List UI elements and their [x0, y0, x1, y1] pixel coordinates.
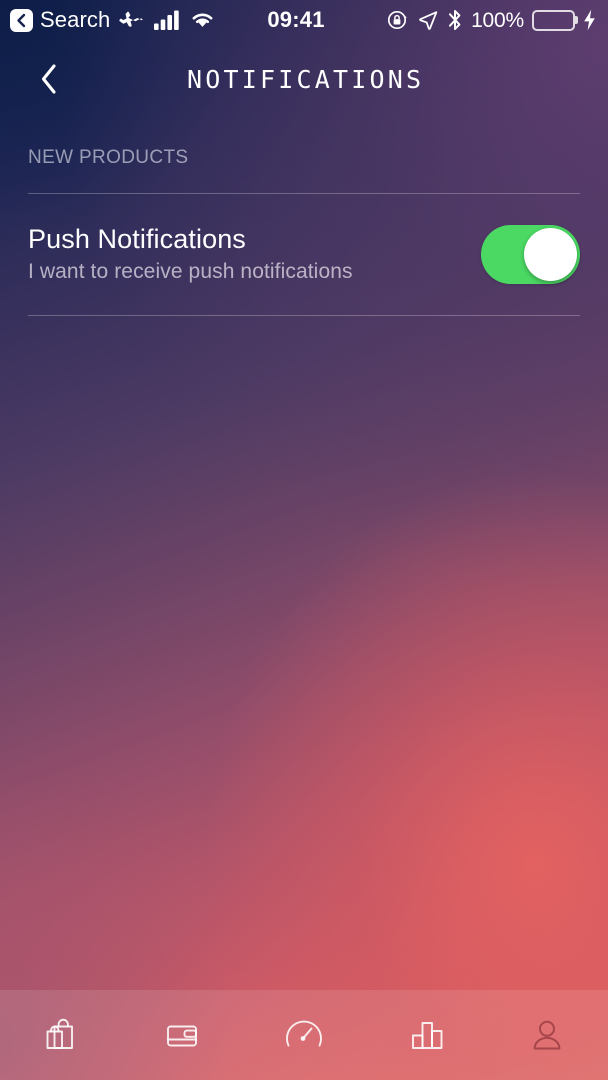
tab-stats[interactable]: [365, 990, 487, 1080]
phone-screen: Search 09:41 100% NOTIFICATIONS NEW PROD…: [0, 0, 608, 1080]
push-notifications-toggle[interactable]: [481, 224, 580, 284]
status-back-button[interactable]: [10, 8, 33, 32]
tab-wallet[interactable]: [122, 990, 244, 1080]
setting-subtitle: I want to receive push notifications: [28, 260, 353, 284]
status-bar: Search 09:41 100%: [0, 0, 608, 40]
bluetooth-icon: [447, 8, 463, 32]
tab-bar: [0, 990, 608, 1080]
setting-title: Push Notifications: [28, 223, 246, 254]
tab-dashboard[interactable]: [243, 990, 365, 1080]
tab-profile[interactable]: [486, 990, 608, 1080]
section-header: NEW PRODUCTS: [28, 147, 189, 168]
divider-bottom: [28, 315, 580, 316]
location-arrow-icon: [417, 9, 439, 31]
person-icon: [533, 1020, 561, 1050]
status-back-app-label: Search: [40, 7, 111, 32]
tab-shop[interactable]: [0, 990, 122, 1080]
push-notifications-row[interactable]: Push Notifications I want to receive pus…: [0, 193, 608, 315]
toggle-knob: [524, 227, 577, 281]
status-time: 09:41: [267, 7, 325, 32]
cellular-signal-icon: [154, 10, 180, 30]
chevron-left-icon: [17, 13, 26, 27]
navigation-bar: NOTIFICATIONS: [0, 40, 608, 118]
bar-chart-icon: [411, 1022, 443, 1049]
wifi-icon: [189, 10, 216, 30]
speedometer-icon: [286, 1020, 322, 1047]
battery-full-icon: [532, 9, 578, 31]
charging-bolt-icon: [583, 9, 596, 31]
rotation-lock-icon: [387, 9, 409, 31]
page-title: NOTIFICATIONS: [186, 64, 425, 94]
wallet-icon: [167, 1025, 198, 1047]
shopping-bags-icon: [46, 1018, 73, 1049]
airplane-mode-icon: [119, 7, 145, 33]
battery-percent-label: 100%: [471, 8, 524, 32]
